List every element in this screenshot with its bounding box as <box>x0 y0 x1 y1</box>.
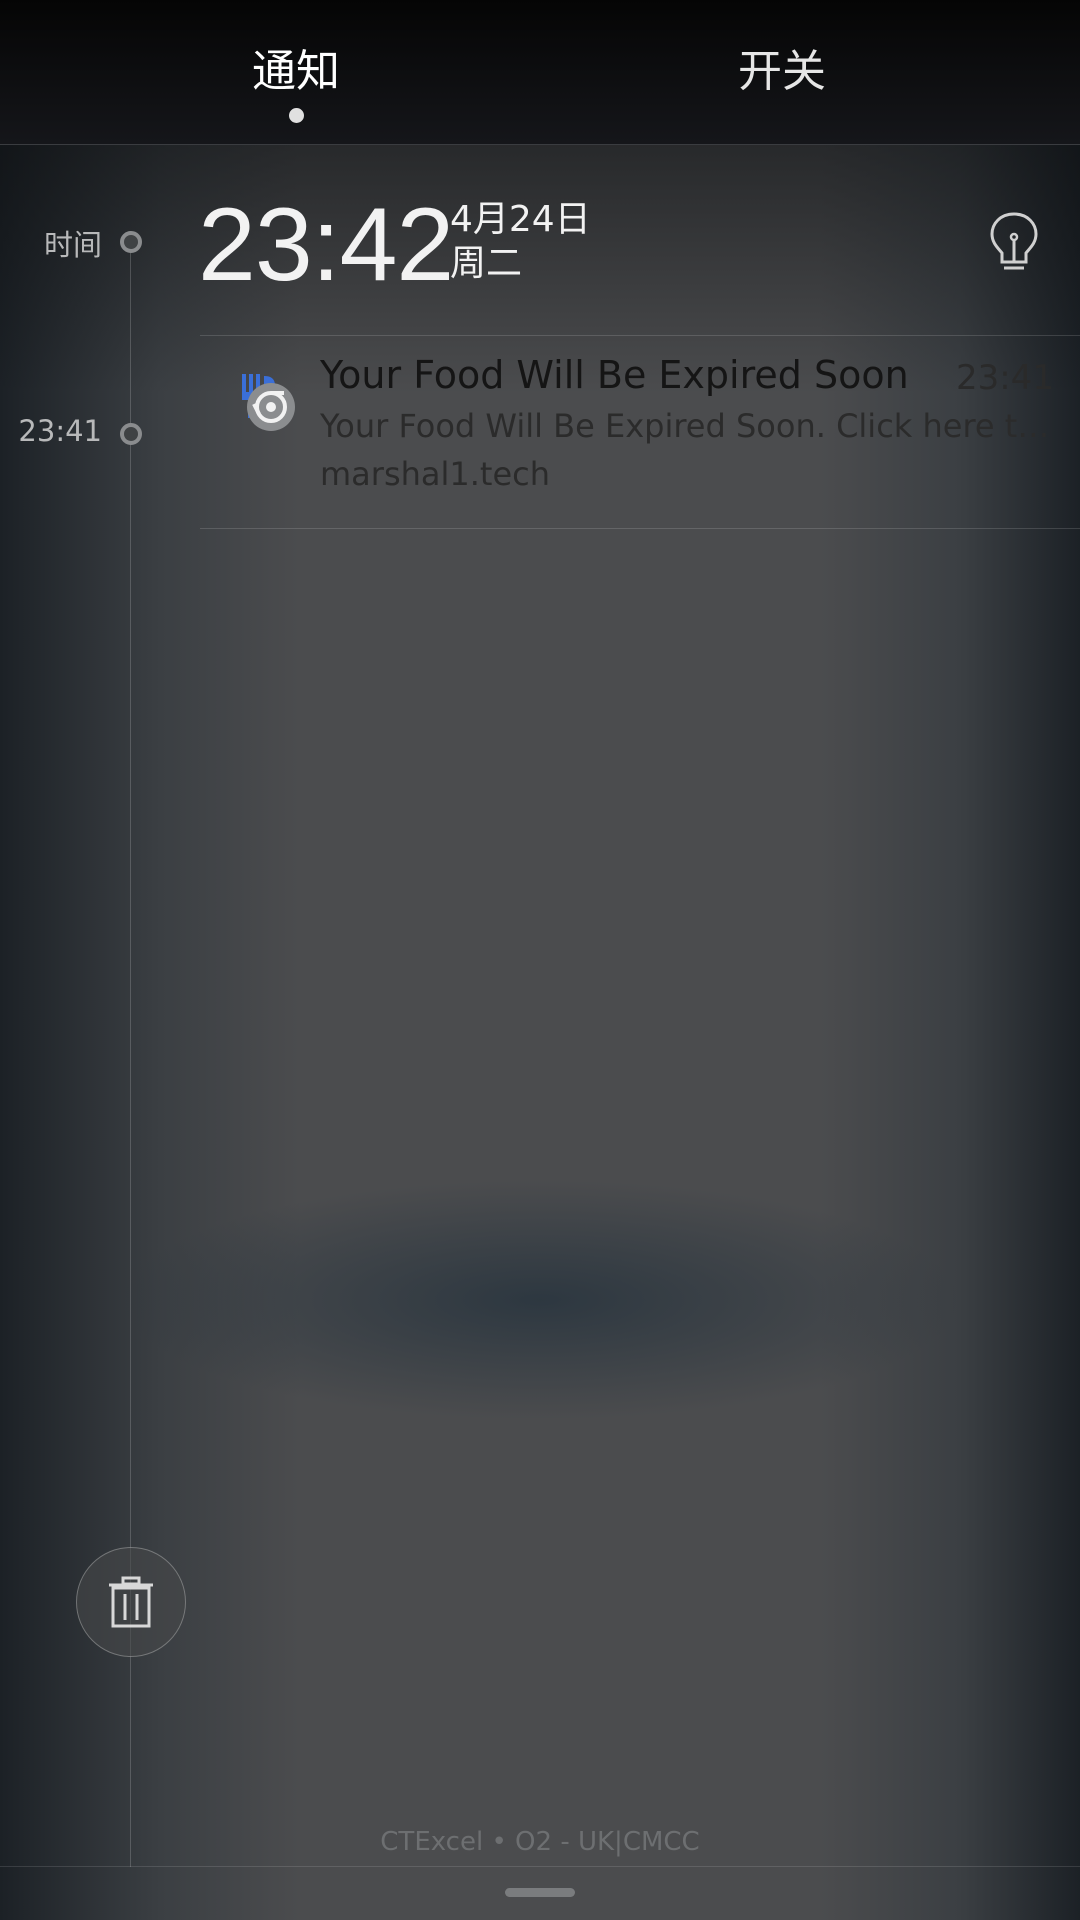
food-app-icon <box>240 372 300 432</box>
clock-date-block: 4月24日 周二 <box>450 198 591 286</box>
chrome-badge-icon <box>247 383 295 431</box>
drag-handle[interactable] <box>505 1888 575 1897</box>
carrier-label: CTExcel • O2 - UK|CMCC <box>380 1827 700 1857</box>
notification-title: Your Food Will Be Expired Soon <box>320 353 909 397</box>
clear-all-button[interactable] <box>76 1547 186 1657</box>
trash-icon <box>109 1576 153 1628</box>
notification-divider-bottom <box>200 528 1080 529</box>
notification-body: Your Food Will Be Expired Soon. Click he… <box>320 407 1054 445</box>
shade-header: 通知 开关 <box>0 0 1080 145</box>
clock-date: 4月24日 <box>450 199 591 240</box>
notification-source: marshal1.tech <box>320 455 551 493</box>
lightbulb-icon[interactable] <box>986 210 1042 274</box>
tab-notifications[interactable]: 通知 <box>196 44 396 100</box>
timeline-node <box>120 231 142 253</box>
notification-card[interactable]: Your Food Will Be Expired Soon 23:41 You… <box>200 336 1080 528</box>
clock-time: 23:42 <box>198 187 454 303</box>
clock-weekday: 周二 <box>450 243 523 284</box>
timeline-label-notification-time: 23:41 <box>18 414 102 448</box>
timeline-node <box>120 423 142 445</box>
footer-divider <box>0 1866 1080 1867</box>
notification-time: 23:41 <box>956 358 1054 398</box>
timeline-label-time: 时间 <box>43 228 102 262</box>
tab-toggles[interactable]: 开关 <box>682 44 882 100</box>
active-tab-indicator <box>289 108 304 123</box>
